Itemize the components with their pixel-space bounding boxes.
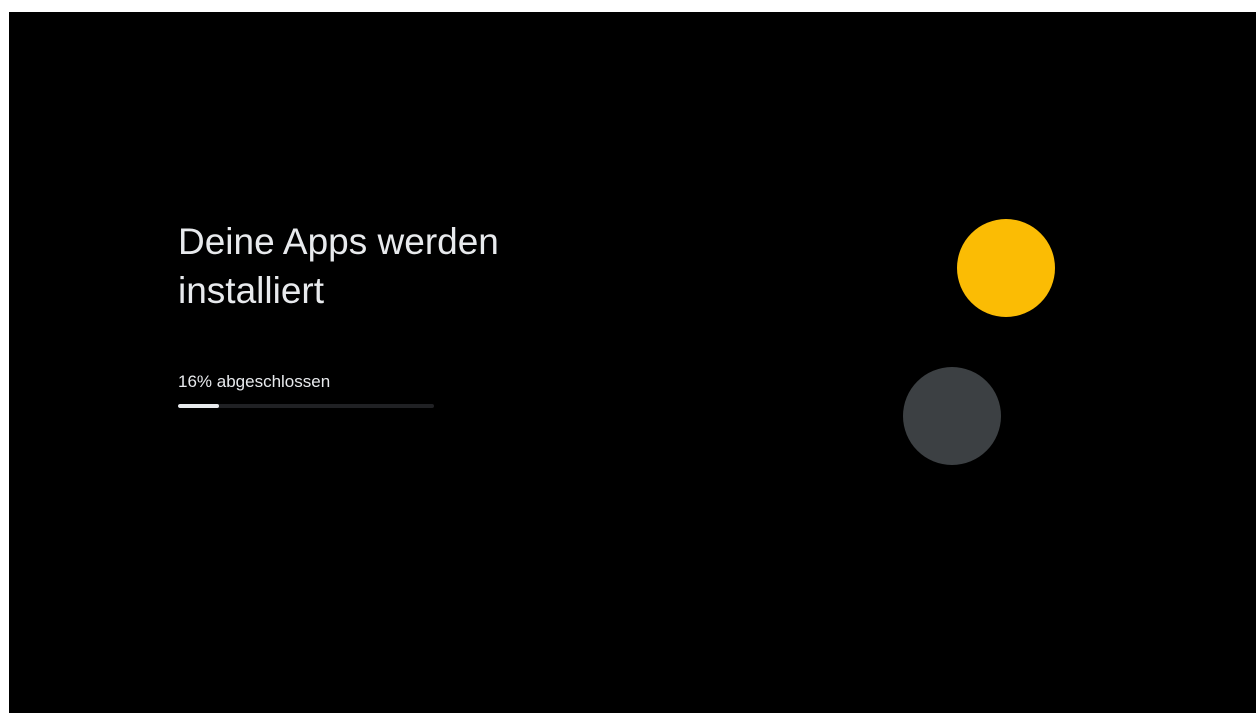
progress-bar bbox=[178, 404, 434, 408]
page-title: Deine Apps werden installiert bbox=[178, 221, 499, 311]
progress-label: 16% abgeschlossen bbox=[178, 372, 331, 391]
setup-screen: Deine Apps werden installiert 16% abgesc… bbox=[9, 12, 1256, 713]
gray-circle-decoration bbox=[903, 367, 1001, 465]
yellow-circle-decoration bbox=[957, 219, 1055, 317]
progress-bar-fill bbox=[178, 404, 219, 408]
